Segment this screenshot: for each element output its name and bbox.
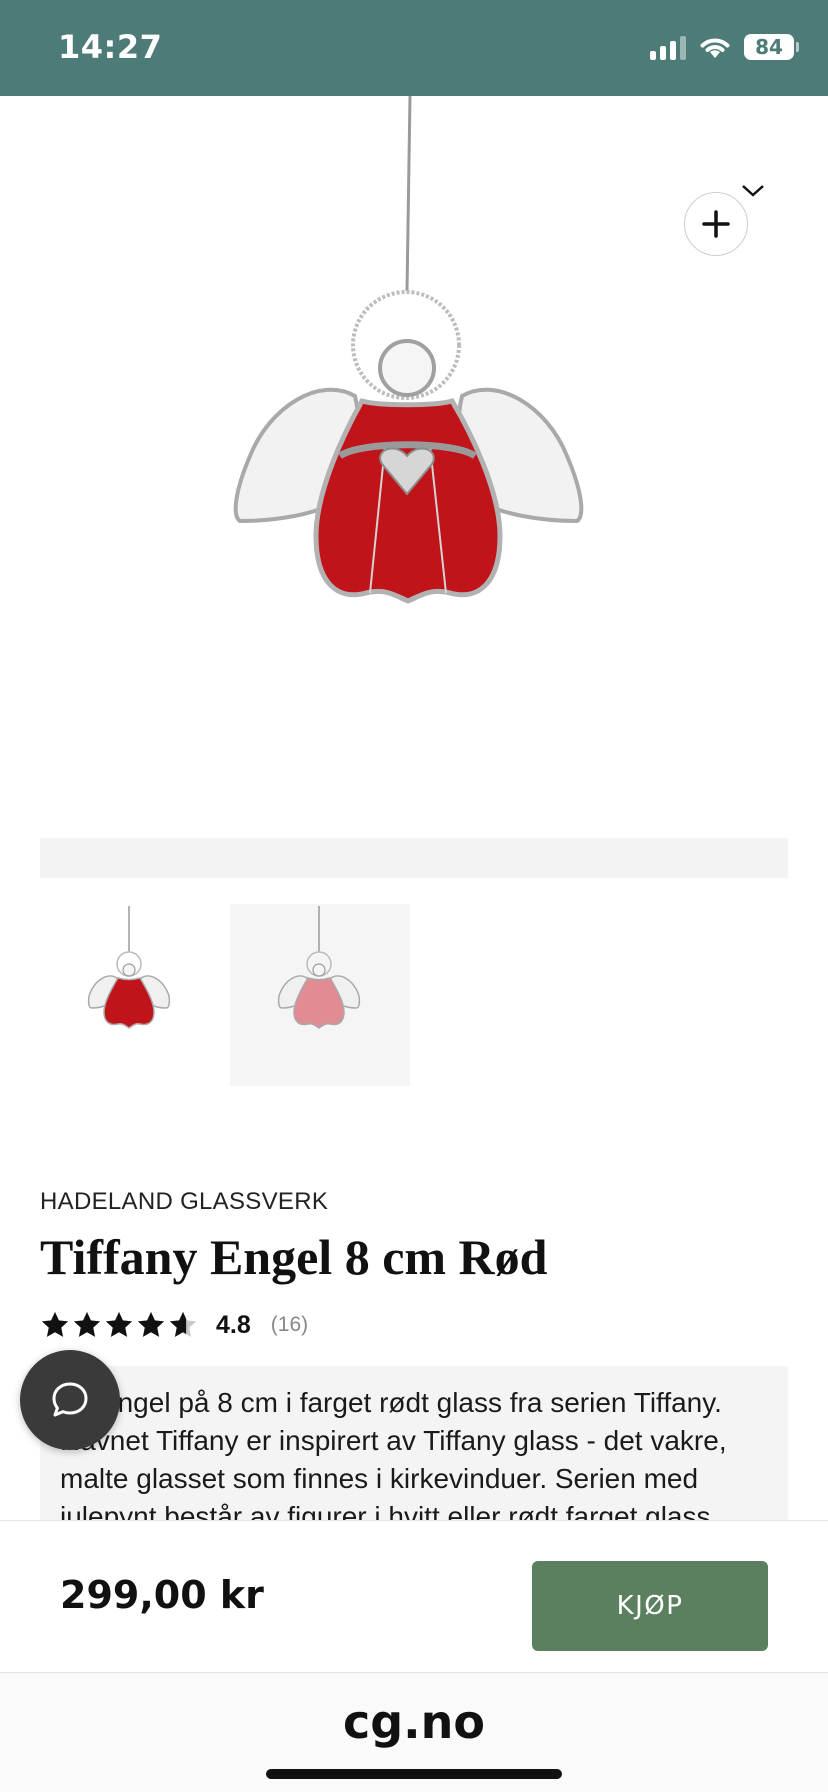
review-count: (16): [270, 1313, 309, 1336]
product-rating[interactable]: 4.8 (16): [40, 1310, 308, 1340]
status-icons: 84: [650, 34, 799, 60]
star-icon: [137, 1311, 165, 1337]
thumbnail-red-angel[interactable]: [40, 904, 220, 1086]
star-icon: [105, 1311, 133, 1337]
description-text: En engel på 8 cm i farget rødt glass fra…: [60, 1387, 727, 1520]
url-text[interactable]: cg.no: [0, 1695, 828, 1749]
thumbnail-pink-angel[interactable]: [230, 904, 410, 1086]
wifi-icon: [700, 38, 730, 58]
buy-bar: 299,00 kr KJØP: [0, 1520, 828, 1672]
product-title: Tiffany Engel 8 cm Rød: [40, 1229, 548, 1285]
half-star-icon: [169, 1311, 197, 1337]
status-bar: 14:27 84: [0, 0, 828, 96]
buy-button[interactable]: KJØP: [532, 1561, 768, 1651]
product-description: En engel på 8 cm i farget rødt glass fra…: [40, 1366, 788, 1520]
plus-icon: [702, 210, 730, 238]
star-icon: [41, 1311, 69, 1337]
battery-icon: 84: [744, 34, 799, 60]
browser-address-bar[interactable]: cg.no: [0, 1672, 828, 1792]
red-angel-thumbnail-image: [87, 906, 171, 1029]
zoom-button[interactable]: [684, 192, 748, 256]
star-rating: [40, 1310, 198, 1340]
image-slider-track[interactable]: [40, 838, 788, 878]
star-icon: [73, 1311, 101, 1337]
heart-icon[interactable]: [740, 184, 766, 198]
product-brand[interactable]: HADELAND GLASSVERK: [40, 1188, 328, 1216]
rating-value: 4.8: [216, 1310, 251, 1339]
chat-button[interactable]: [20, 1350, 120, 1450]
home-indicator[interactable]: [266, 1769, 562, 1779]
product-image[interactable]: [0, 96, 828, 836]
chat-bubble-icon: [52, 1382, 88, 1417]
pink-angel-thumbnail-image: [277, 906, 361, 1029]
cellular-signal-icon: [650, 34, 686, 60]
product-price: 299,00 kr: [60, 1573, 264, 1617]
status-time: 14:27: [58, 28, 163, 66]
thumbnail-list: [40, 904, 410, 1086]
